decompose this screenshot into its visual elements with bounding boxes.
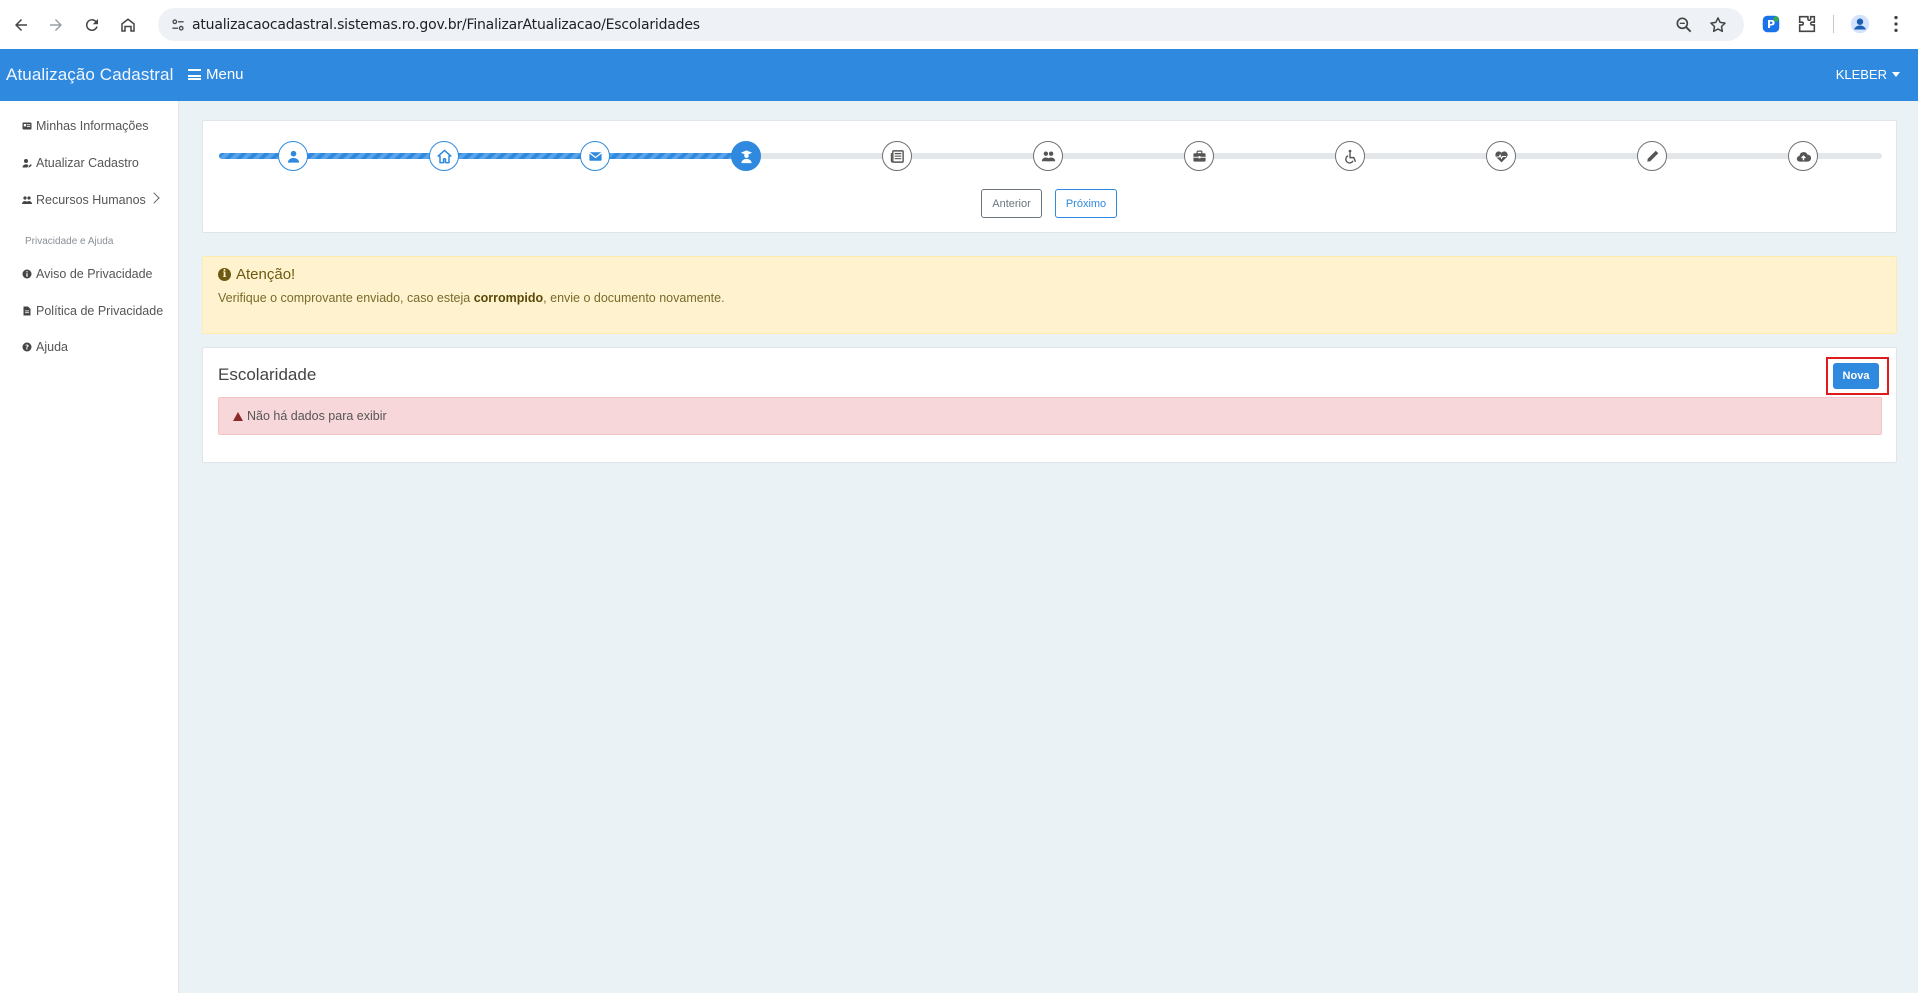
user-name: KLEBER bbox=[1835, 67, 1887, 82]
alert-message-start: Verifique o comprovante enviado, caso es… bbox=[218, 291, 474, 305]
newspaper-icon bbox=[890, 149, 904, 163]
step-saude[interactable] bbox=[1486, 141, 1516, 171]
heartbeat-icon bbox=[1494, 150, 1508, 162]
home-icon bbox=[436, 149, 452, 163]
briefcase-icon bbox=[1192, 150, 1206, 162]
stepper-card: Anterior Próximo bbox=[202, 120, 1897, 233]
chevron-right-icon[interactable] bbox=[148, 192, 160, 204]
toolbar-divider bbox=[1833, 15, 1834, 33]
question-circle-icon: ? bbox=[22, 342, 32, 352]
alert-title-text: Atenção! bbox=[236, 266, 296, 283]
alert-heading: i Atenção! bbox=[218, 266, 295, 283]
forward-icon[interactable] bbox=[43, 12, 69, 38]
new-record-button[interactable]: Nova bbox=[1833, 363, 1879, 389]
sidebar-item-label: Minhas Informações bbox=[36, 119, 149, 133]
info-circle-icon bbox=[22, 269, 32, 279]
sidebar-item-label: Recursos Humanos bbox=[36, 193, 146, 207]
empty-state-message: Não há dados para exibir bbox=[247, 409, 387, 423]
id-card-icon bbox=[22, 122, 32, 130]
sidebar-item-label: Aviso de Privacidade bbox=[36, 267, 153, 281]
wheelchair-icon bbox=[1344, 149, 1356, 164]
sidebar-item-label: Atualizar Cadastro bbox=[36, 156, 139, 170]
sidebar-item-aviso-privacidade[interactable]: Aviso de Privacidade bbox=[22, 267, 153, 281]
alert-message-end: , envie o documento novamente. bbox=[543, 291, 725, 305]
menu-toggle-button[interactable]: Menu bbox=[188, 66, 244, 83]
hamburger-icon bbox=[188, 69, 201, 80]
step-documentos[interactable] bbox=[882, 141, 912, 171]
site-info-icon[interactable] bbox=[168, 15, 188, 35]
url-text[interactable]: atualizacaocadastral.sistemas.ro.gov.br/… bbox=[192, 17, 700, 33]
step-dados-pessoais[interactable] bbox=[278, 141, 308, 171]
users-icon bbox=[22, 196, 32, 204]
previous-button[interactable]: Anterior bbox=[981, 189, 1042, 218]
sidebar-item-ajuda[interactable]: ? Ajuda bbox=[22, 340, 68, 354]
step-deficiencia[interactable] bbox=[1335, 141, 1365, 171]
sidebar-item-label: Ajuda bbox=[36, 340, 68, 354]
address-bar[interactable]: atualizacaocadastral.sistemas.ro.gov.br/… bbox=[158, 8, 1744, 41]
section-title: Escolaridade bbox=[218, 365, 317, 384]
step-envio[interactable] bbox=[1788, 141, 1818, 171]
sidebar-item-label: Política de Privacidade bbox=[36, 304, 164, 318]
zoom-icon[interactable] bbox=[1674, 15, 1694, 35]
caret-down-icon bbox=[1892, 72, 1900, 77]
next-button[interactable]: Próximo bbox=[1055, 189, 1117, 218]
sidebar-item-recursos-humanos[interactable]: Recursos Humanos bbox=[22, 193, 146, 207]
brand-title[interactable]: Atualização Cadastral bbox=[6, 65, 173, 85]
alert-message: Verifique o comprovante enviado, caso es… bbox=[218, 291, 725, 305]
bookmark-star-icon[interactable] bbox=[1708, 15, 1728, 35]
puzzle-icon[interactable] bbox=[1796, 13, 1818, 35]
step-contato[interactable] bbox=[580, 141, 610, 171]
user-edit-icon bbox=[22, 159, 32, 168]
sidebar-item-politica-privacidade[interactable]: Política de Privacidade bbox=[22, 304, 163, 318]
attention-alert: i Atenção! Verifique o comprovante envia… bbox=[202, 256, 1897, 334]
kebab-menu-icon[interactable] bbox=[1885, 13, 1907, 35]
profile-icon[interactable] bbox=[1849, 13, 1871, 35]
back-icon[interactable] bbox=[8, 12, 34, 38]
user-icon bbox=[287, 150, 299, 163]
sidebar-section-heading: Privacidade e Ajuda bbox=[25, 236, 114, 247]
pen-icon bbox=[1646, 150, 1658, 162]
info-circle-icon: i bbox=[218, 268, 231, 281]
step-profissional[interactable] bbox=[1184, 141, 1214, 171]
users-icon bbox=[1041, 151, 1055, 161]
empty-state-alert: Não há dados para exibir bbox=[218, 397, 1882, 435]
svg-text:?: ? bbox=[25, 344, 29, 352]
escolaridade-card: Escolaridade Nova Não há dados para exib… bbox=[202, 347, 1897, 463]
reload-icon[interactable] bbox=[79, 12, 105, 38]
sidebar-item-minhas-informacoes[interactable]: Minhas Informações bbox=[22, 119, 149, 133]
cloud-upload-icon bbox=[1796, 151, 1811, 162]
menu-label: Menu bbox=[206, 66, 244, 83]
app-header: Atualização Cadastral Menu KLEBER bbox=[0, 49, 1918, 101]
user-dropdown[interactable]: KLEBER bbox=[1836, 67, 1900, 82]
document-icon bbox=[23, 306, 31, 316]
extension-icon[interactable]: P bbox=[1760, 13, 1782, 35]
step-assinatura[interactable] bbox=[1637, 141, 1667, 171]
warning-triangle-icon bbox=[233, 411, 243, 421]
graduate-icon bbox=[740, 149, 752, 163]
step-dependentes[interactable] bbox=[1033, 141, 1063, 171]
alert-message-emphasis: corrompido bbox=[473, 291, 544, 305]
empty-state: Não há dados para exibir bbox=[233, 409, 387, 423]
step-escolaridade[interactable] bbox=[731, 141, 761, 171]
step-endereco[interactable] bbox=[429, 141, 459, 171]
envelope-icon bbox=[588, 151, 602, 161]
sidebar: Minhas Informações Atualizar Cadastro Re… bbox=[0, 101, 179, 993]
browser-toolbar: atualizacaocadastral.sistemas.ro.gov.br/… bbox=[0, 0, 1918, 49]
sidebar-item-atualizar-cadastro[interactable]: Atualizar Cadastro bbox=[22, 156, 139, 170]
home-icon[interactable] bbox=[115, 12, 141, 38]
